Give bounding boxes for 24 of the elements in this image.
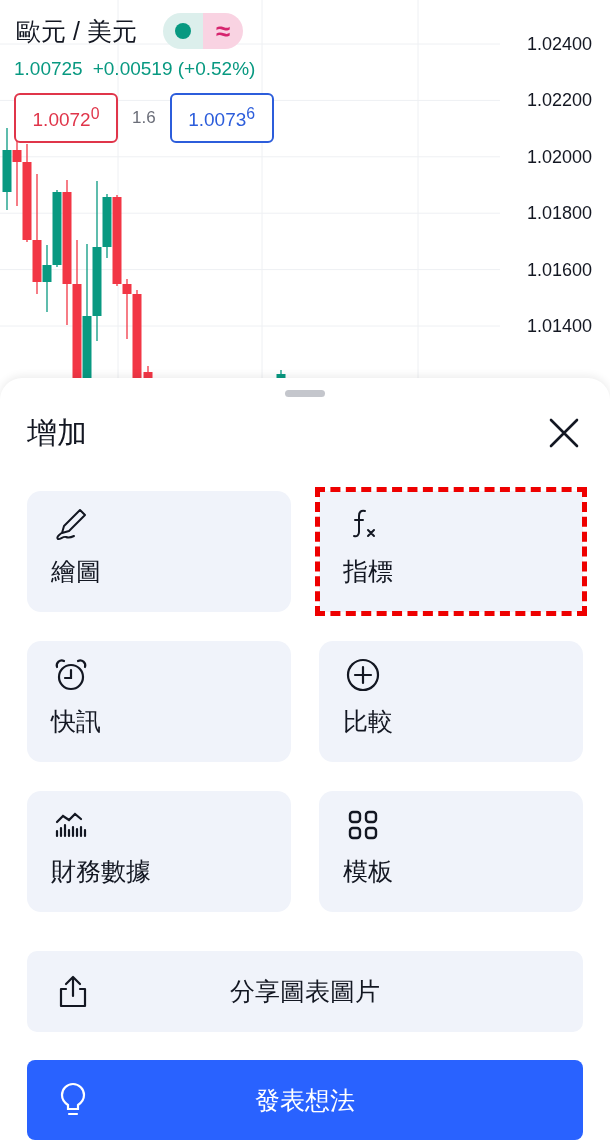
- price-axis-label: 1.02200: [526, 89, 592, 113]
- add-option-card[interactable]: 模板: [319, 791, 583, 912]
- share-chart-button[interactable]: 分享圖表圖片: [27, 951, 583, 1032]
- price-axis-label: 1.02000: [526, 145, 592, 169]
- price-axis-label: 1.01800: [526, 202, 592, 226]
- symbol-title: 歐元 / 美元: [15, 15, 137, 47]
- close-icon[interactable]: [548, 417, 580, 449]
- publish-idea-button[interactable]: 發表想法: [27, 1060, 583, 1140]
- add-option-card[interactable]: 財務數據: [27, 791, 291, 912]
- add-option-card[interactable]: 比較: [319, 641, 583, 762]
- add-option-card[interactable]: 繪圖: [27, 491, 291, 612]
- price-axis-label: 1.02400: [526, 33, 592, 56]
- drag-handle[interactable]: [285, 390, 325, 397]
- sell-price-button[interactable]: 1.0072$^{0}$: [14, 93, 118, 143]
- price-axis-label: 1.01400: [526, 314, 592, 338]
- spread-value: 1.6: [132, 108, 156, 128]
- delay-mark: ≈: [202, 13, 243, 49]
- price-axis-label: 1.01600: [526, 258, 592, 282]
- buy-price-button[interactable]: 1.0073$^{6}$: [169, 93, 274, 143]
- sheet-title: 增加: [27, 414, 87, 451]
- last-price: 1.00725: [14, 58, 83, 80]
- candlestick: [276, 369, 286, 378]
- price-change: +0.00519 (+0.52%): [92, 58, 256, 80]
- add-option-card[interactable]: 快訊: [27, 641, 291, 762]
